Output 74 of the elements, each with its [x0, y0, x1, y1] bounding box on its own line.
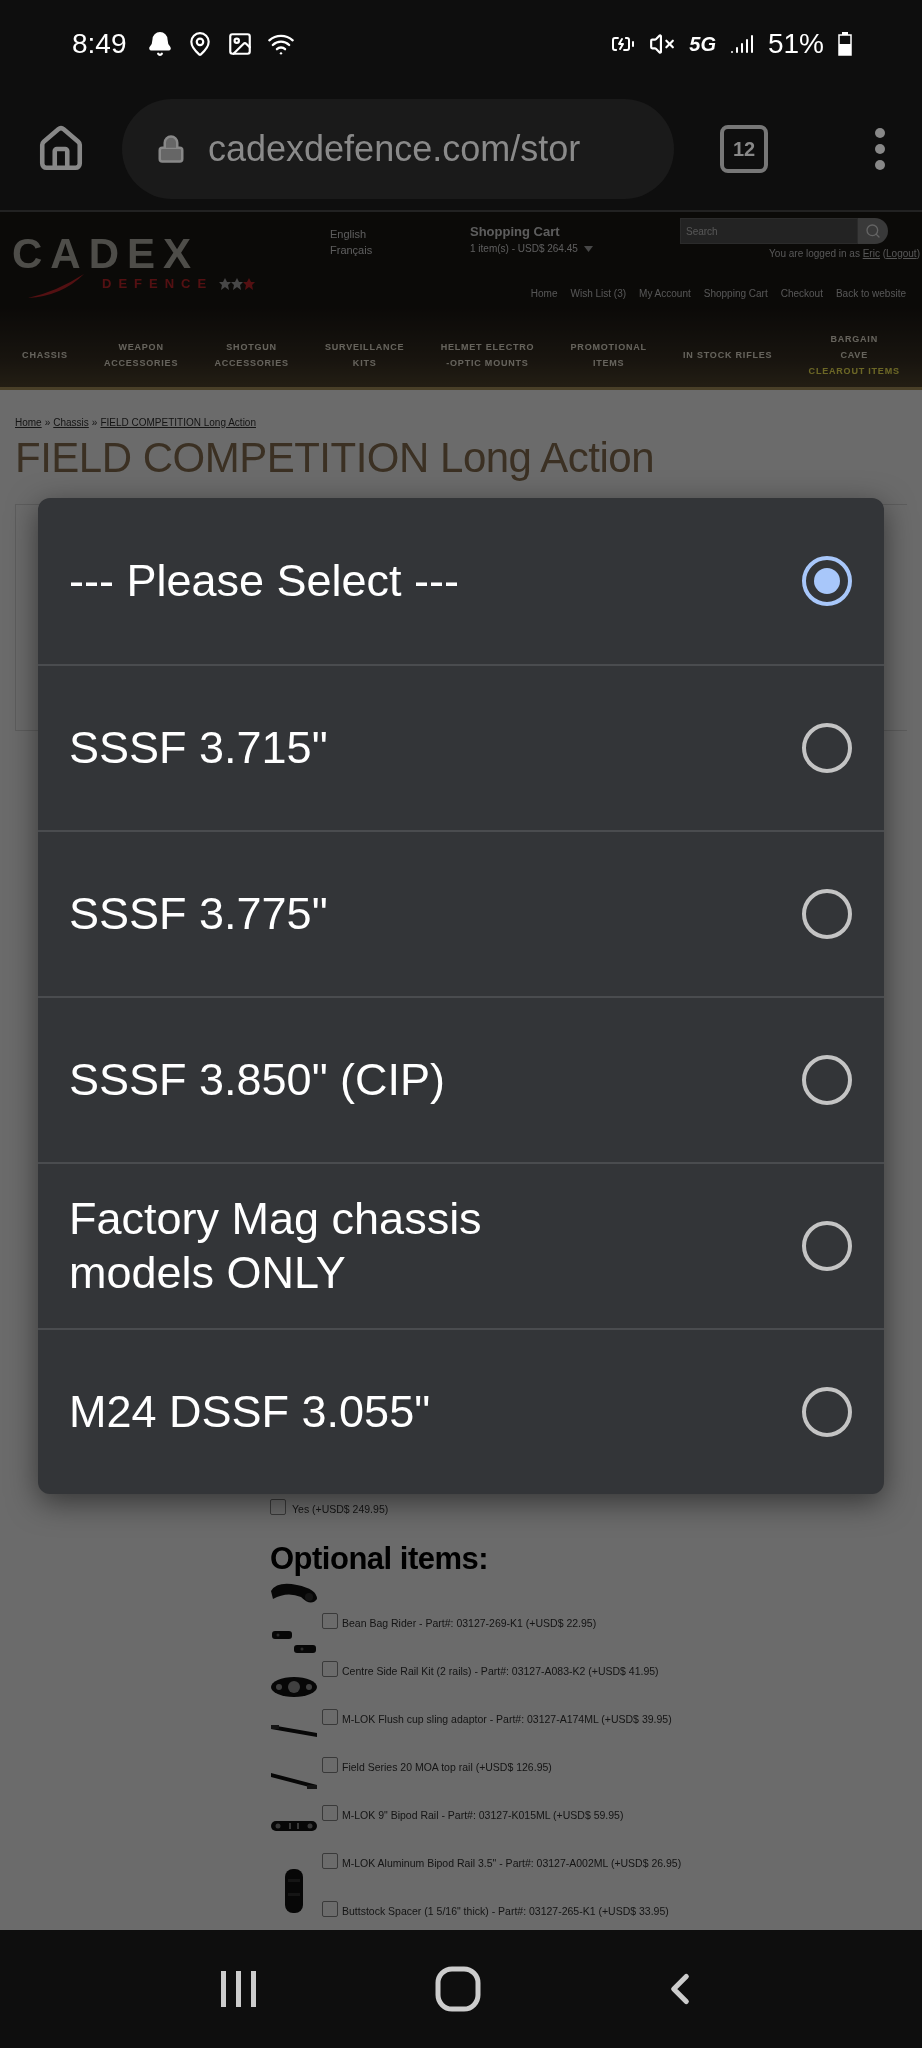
search-button[interactable]: [858, 218, 888, 244]
bell-icon: [146, 31, 173, 57]
category-link[interactable]: IN STOCK RIFLES: [683, 346, 773, 363]
item-label: Field Series 20 MOA top rail (+USD$ 126.95): [342, 1761, 552, 1773]
option-item[interactable]: --- Please Select ---: [38, 498, 884, 664]
category-link[interactable]: SHOTGUN ACCESSORIES: [214, 338, 289, 371]
clock: 8:49: [72, 28, 127, 60]
battery-icon: [838, 32, 852, 56]
logout-link[interactable]: Logout: [886, 248, 917, 259]
language-link[interactable]: English: [330, 226, 470, 242]
stars-icon: [219, 277, 256, 290]
breadcrumb-link[interactable]: Chassis: [53, 417, 89, 428]
option-item[interactable]: SSSF 3.715": [38, 664, 884, 830]
option-label: Yes (+USD$ 249.95): [292, 1503, 389, 1515]
header-link[interactable]: Shopping Cart: [703, 288, 768, 299]
item-label: M-LOK Flush cup sling adaptor - Part#: 03127-A174ML (+USD$ 39.95): [342, 1713, 672, 1725]
checkbox[interactable]: [322, 1853, 338, 1869]
header-link[interactable]: Home: [530, 288, 558, 299]
battery-percent: 51%: [767, 28, 824, 60]
user-link[interactable]: Eric: [862, 248, 880, 259]
product-title: FIELD COMPETITION Long Action: [15, 434, 656, 482]
header-link[interactable]: Wish List (3): [570, 288, 627, 299]
checkbox[interactable]: [322, 1901, 338, 1917]
breadcrumb-link[interactable]: FIELD COMPETITION Long Action: [100, 417, 256, 428]
category-link[interactable]: CHASSIS: [22, 346, 68, 363]
search-icon: [865, 223, 881, 239]
home-icon[interactable]: [435, 1966, 481, 2012]
radio-button[interactable]: [802, 723, 852, 773]
network-type: 5G: [689, 32, 716, 56]
section-heading: Optional items:: [270, 1541, 490, 1577]
checkbox[interactable]: [322, 1805, 338, 1821]
checkbox[interactable]: [322, 1613, 338, 1629]
signal-icon: [729, 32, 754, 56]
tab-count-button[interactable]: 12: [720, 125, 768, 173]
category-link[interactable]: BARGAIN CAVE CLEAROUT ITEMS: [808, 330, 900, 379]
checkbox[interactable]: [270, 1499, 286, 1515]
radio-button[interactable]: [802, 1221, 852, 1271]
breadcrumb-link[interactable]: Home: [15, 417, 42, 428]
breadcrumb-separator: »: [44, 417, 51, 428]
lock-icon: [156, 134, 186, 164]
category-link[interactable]: SURVEILLANCE KITS: [324, 338, 405, 371]
login-status: You are logged in as Eric (Logout): [769, 248, 920, 259]
category-link[interactable]: WEAPON ACCESSORIES: [103, 338, 179, 371]
header-link[interactable]: My Account: [639, 288, 691, 299]
checkbox[interactable]: [322, 1757, 338, 1773]
checkbox[interactable]: [322, 1709, 338, 1725]
image-icon: [226, 31, 253, 57]
item-label: Centre Side Rail Kit (2 rails) - Part#: 03127-A083-K2 (+USD$ 41.95): [342, 1665, 659, 1677]
radio-button[interactable]: [802, 1055, 852, 1105]
header-link[interactable]: Checkout: [780, 288, 823, 299]
item-label: M-LOK Aluminum Bipod Rail 3.5" - Part#: 03127-A002ML (+USD$ 26.95): [342, 1857, 682, 1869]
header-link[interactable]: Back to website: [835, 288, 906, 299]
option-item[interactable]: SSSF 3.775": [38, 830, 884, 996]
cart-summary[interactable]: 1 item(s) - USD$ 264.45: [470, 243, 578, 254]
language-link[interactable]: Français: [330, 242, 470, 258]
logo-subtitle: DEFENCE: [102, 276, 214, 291]
item-label: M-LOK 9" Bipod Rail - Part#: 03127-K015ML (+USD$ 59.95): [342, 1809, 624, 1821]
radio-button[interactable]: [802, 556, 852, 606]
item-label: Bean Bag Rider - Part#: 03127-269-K1 (+USD$ 22.95): [342, 1617, 597, 1629]
category-link[interactable]: HELMET ELECTRO -OPTIC MOUNTS: [440, 338, 535, 371]
option-item[interactable]: SSSF 3.850" (CIP): [38, 996, 884, 1162]
mute-icon: [649, 31, 676, 57]
option-item[interactable]: Factory Mag chassis models ONLY: [38, 1162, 884, 1328]
address-bar[interactable]: cadexdefence.com/stor: [122, 99, 674, 199]
breadcrumb-separator: »: [91, 417, 98, 428]
item-label: Buttstock Spacer (1 5/16" thick) - Part#: 03127-265-K1 (+USD$ 33.95): [342, 1905, 669, 1917]
option-item[interactable]: M24 DSSF 3.055": [38, 1328, 884, 1494]
category-link[interactable]: PROMOTIONAL ITEMS: [570, 338, 647, 371]
logo-wordmark: CADEX: [12, 232, 201, 276]
radio-button[interactable]: [802, 1387, 852, 1437]
menu-icon[interactable]: [874, 127, 886, 171]
checkbox[interactable]: [322, 1661, 338, 1677]
url-text: cadexdefence.com/stor: [208, 128, 581, 170]
radio-button[interactable]: [802, 889, 852, 939]
